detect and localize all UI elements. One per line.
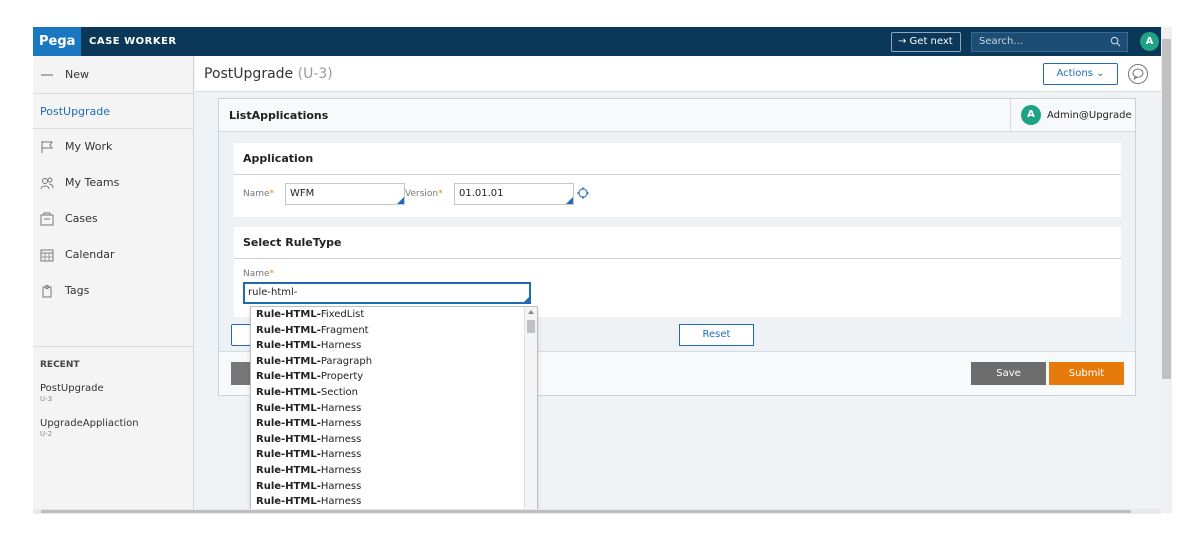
autocomplete-option[interactable]: Rule-HTML-Fragment — [251, 323, 537, 339]
autocomplete-option[interactable]: Rule-HTML-Harness — [251, 338, 537, 354]
recent-item-id: U-2 — [40, 430, 53, 438]
autocomplete-option[interactable]: Rule-HTML-Harness — [251, 432, 537, 448]
section-heading: Application — [243, 152, 314, 165]
sidebar-item-label: New — [65, 68, 89, 81]
sidebar-divider — [33, 346, 193, 347]
page-vertical-scrollbar[interactable] — [1161, 27, 1172, 513]
application-section: Application Name* WFM Version* 01.01.01 — [234, 143, 1121, 217]
submit-button[interactable]: Submit — [1049, 362, 1124, 385]
autocomplete-corner-icon — [566, 197, 573, 204]
sidebar-item-tags[interactable]: Tags — [33, 273, 193, 309]
calendar-icon — [40, 249, 54, 262]
recent-item-id: U-3 — [40, 395, 53, 403]
version-label: Version* — [405, 189, 443, 199]
pega-logo: Pega — [33, 27, 81, 56]
sidebar-item-calendar[interactable]: Calendar — [33, 237, 193, 273]
sidebar-item-cases[interactable]: Cases — [33, 201, 193, 237]
sidebar-item-label: Cases — [65, 212, 98, 225]
autocomplete-list: Rule-HTML-FixedList Rule-HTML-Fragment Rul… — [251, 307, 537, 510]
select-ruletype-section: Select RuleType Name* rule-html- — [234, 227, 1121, 317]
autocomplete-option[interactable]: Rule-HTML-Property — [251, 369, 537, 385]
application-name-input[interactable]: WFM — [285, 183, 405, 205]
recent-heading: RECENT — [40, 360, 80, 370]
comment-icon[interactable] — [1128, 64, 1148, 84]
user-avatar[interactable]: A — [1140, 32, 1159, 51]
team-icon — [40, 177, 54, 190]
autocomplete-option[interactable]: Rule-HTML-Paragraph — [251, 354, 537, 370]
recent-item[interactable]: UpgradeAppliaction U-2 — [40, 418, 139, 438]
crosshair-icon[interactable] — [577, 187, 589, 199]
autocomplete-corner-icon — [523, 296, 530, 303]
browser-window: Pega CASE WORKER → Get next Search... A … — [33, 27, 1161, 513]
actions-button[interactable]: Actions ⌄ — [1043, 63, 1118, 85]
sidebar-item-label: My Teams — [65, 176, 120, 189]
user-name: Admin@Upgrade — [1047, 110, 1132, 121]
user-avatar: A — [1021, 105, 1041, 125]
autocomplete-option[interactable]: Rule-HTML-Harness — [251, 447, 537, 463]
recent-item-title: UpgradeAppliaction — [40, 418, 139, 429]
section-divider — [234, 258, 1121, 259]
get-next-button[interactable]: → Get next — [891, 32, 961, 52]
ruletype-name-input[interactable]: rule-html- — [243, 282, 531, 304]
name-label: Name* — [243, 189, 275, 199]
save-button[interactable]: Save — [971, 362, 1046, 385]
scroll-thumb[interactable] — [527, 320, 535, 333]
input-value: 01.01.01 — [459, 188, 504, 199]
secondary-button[interactable] — [231, 362, 251, 385]
search-input[interactable]: Search... — [971, 32, 1128, 52]
case-name: PostUpgrade — [204, 66, 294, 82]
autocomplete-option[interactable]: Rule-HTML-Harness — [251, 401, 537, 417]
sidebar-item-label: Tags — [65, 284, 90, 297]
case-icon — [40, 212, 54, 226]
input-value: WFM — [290, 188, 315, 199]
tag-icon — [42, 284, 52, 298]
autocomplete-dropdown[interactable]: Rule-HTML-FixedList Rule-HTML-Fragment Rul… — [250, 306, 538, 513]
dash-icon — [41, 74, 53, 76]
sidebar-item-current-case[interactable]: PostUpgrade — [33, 93, 193, 129]
section-divider — [234, 174, 1121, 175]
autocomplete-option[interactable]: Rule-HTML-Harness — [251, 463, 537, 479]
scroll-up-icon[interactable] — [528, 310, 534, 314]
top-bar: Pega CASE WORKER → Get next Search... A — [33, 27, 1161, 56]
autocomplete-option[interactable]: Rule-HTML-Section — [251, 385, 537, 401]
case-header: PostUpgrade (U-3) Actions ⌄ — [195, 56, 1161, 92]
autocomplete-option[interactable]: Rule-HTML-Harness — [251, 416, 537, 432]
case-id: (U-3) — [297, 66, 333, 82]
actions-label: Actions — [1056, 68, 1093, 79]
section-heading: Select RuleType — [243, 236, 342, 249]
sidebar-item-label: My Work — [65, 140, 113, 153]
autocomplete-corner-icon — [397, 197, 404, 204]
sidebar-item-new[interactable]: New — [33, 57, 193, 93]
scroll-thumb[interactable] — [1162, 39, 1171, 379]
search-placeholder: Search... — [979, 36, 1023, 47]
sidebar-item-my-work[interactable]: My Work — [33, 129, 193, 165]
cancel-button[interactable] — [231, 324, 251, 346]
assigned-user: A Admin@Upgrade — [1010, 99, 1135, 132]
chevron-down-icon: ⌄ — [1096, 68, 1105, 79]
name-label: Name* — [243, 269, 275, 279]
recent-item-title: PostUpgrade — [40, 383, 104, 394]
sidebar-item-label: PostUpgrade — [40, 105, 111, 118]
sidebar-item-label: Calendar — [65, 248, 115, 261]
reset-button[interactable]: Reset — [679, 324, 754, 346]
case-title: PostUpgrade (U-3) — [204, 56, 333, 92]
scroll-thumb[interactable] — [41, 510, 1131, 513]
page-horizontal-scrollbar[interactable] — [33, 509, 1161, 514]
search-icon[interactable] — [1110, 36, 1121, 47]
dropdown-scrollbar[interactable] — [524, 307, 537, 512]
portal-name: CASE WORKER — [89, 36, 177, 47]
autocomplete-option[interactable]: Rule-HTML-Harness — [251, 479, 537, 495]
input-value: rule-html- — [248, 287, 298, 298]
panel-title: ListApplications — [229, 109, 329, 122]
panel-header: ListApplications A Admin@Upgrade — [219, 99, 1135, 132]
autocomplete-option[interactable]: Rule-HTML-Harness — [251, 494, 537, 510]
version-input[interactable]: 01.01.01 — [454, 183, 574, 205]
sidebar-item-my-teams[interactable]: My Teams — [33, 165, 193, 201]
flag-icon — [41, 141, 53, 153]
sidebar: New PostUpgrade My Work My Teams Cases C… — [33, 56, 194, 513]
recent-item[interactable]: PostUpgrade U-3 — [40, 383, 104, 403]
autocomplete-option[interactable]: Rule-HTML-FixedList — [251, 307, 537, 323]
